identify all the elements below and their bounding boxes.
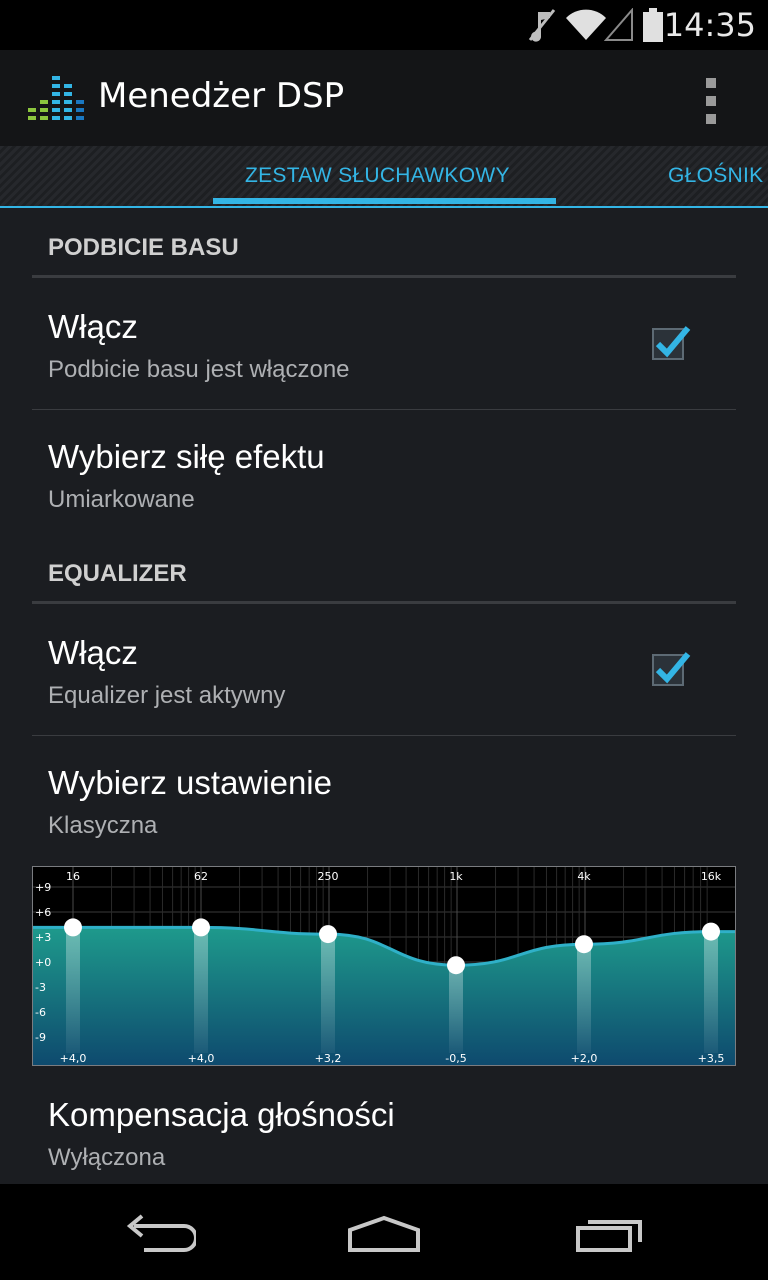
band-handle[interactable]: [575, 935, 593, 954]
band-handle[interactable]: [319, 925, 337, 944]
bass-enable-summary: Podbicie basu jest włączone: [48, 356, 350, 383]
section-header-equalizer: EQUALIZER: [48, 560, 187, 587]
db-scale-label: +3: [35, 931, 51, 944]
section-header-bass: PODBICIE BASU: [48, 234, 239, 261]
action-bar: Menedżer DSP: [0, 50, 768, 146]
wifi-icon: [566, 9, 606, 40]
check-icon: [655, 652, 691, 684]
equalizer-logo-icon[interactable]: [28, 72, 84, 124]
equalizer-graph[interactable]: +9 +6 +3 +0 -3 -6 -9 16 62 250 1k 4k 16k +4,0 +4,0 +3…: [32, 866, 736, 1066]
list-divider: [32, 409, 736, 410]
db-scale-label: +9: [35, 881, 51, 894]
db-scale-label: +6: [35, 906, 51, 919]
band-gain-label: +4,0: [60, 1052, 87, 1065]
bass-enable-title: Włącz: [48, 308, 138, 345]
band-handle[interactable]: [192, 918, 210, 937]
loudness-summary: Wyłączona: [48, 1144, 166, 1171]
section-divider: [32, 601, 736, 604]
band-slider-track: [66, 927, 80, 1053]
eq-preset-title: Wybierz ustawienie: [48, 764, 332, 801]
db-scale-label: -9: [35, 1031, 46, 1044]
signal-icon: [604, 8, 633, 41]
band-gain-label: +4,0: [188, 1052, 215, 1065]
band-handle[interactable]: [64, 918, 82, 937]
equalizer-svg[interactable]: +9 +6 +3 +0 -3 -6 -9 16 62 250 1k 4k 16k +4,0 +4,0 +3…: [33, 867, 735, 1065]
overflow-menu-icon[interactable]: [700, 76, 724, 126]
band-frequency-label: 1k: [449, 870, 463, 883]
bass-strength-title: Wybierz siłę efektu: [48, 438, 325, 475]
eq-enable-summary: Equalizer jest aktywny: [48, 682, 286, 709]
db-scale-label: -3: [35, 981, 46, 994]
tab-speaker[interactable]: GŁOŚNIK: [668, 164, 763, 188]
band-frequency-label: 250: [318, 870, 339, 883]
eq-preset-summary: Klasyczna: [48, 812, 158, 839]
app-title: Menedżer DSP: [98, 76, 345, 116]
tab-indicator: [213, 198, 556, 204]
band-slider-track: [577, 944, 591, 1053]
band-frequency-label: 4k: [577, 870, 591, 883]
bass-enable-checkbox[interactable]: [652, 326, 691, 360]
band-handle[interactable]: [702, 922, 720, 941]
tab-headset[interactable]: ZESTAW SŁUCHAWKOWY: [245, 164, 510, 188]
back-icon[interactable]: [124, 1214, 196, 1254]
band-slider-track: [321, 934, 335, 1053]
mute-icon: [528, 9, 556, 42]
battery-icon: [643, 8, 663, 42]
band-frequency-label: 16: [66, 870, 80, 883]
db-scale-label: +0: [35, 956, 51, 969]
band-handle[interactable]: [447, 956, 465, 975]
status-bar: 14:35: [0, 0, 768, 50]
band-gain-label: +2,0: [571, 1052, 598, 1065]
band-gain-label: -0,5: [445, 1052, 466, 1065]
band-slider-track: [449, 965, 463, 1053]
section-divider: [32, 275, 736, 278]
home-icon[interactable]: [346, 1214, 422, 1254]
recent-apps-icon[interactable]: [574, 1214, 646, 1254]
band-gain-label: +3,5: [698, 1052, 725, 1065]
band-slider-track: [194, 927, 208, 1053]
check-icon: [655, 326, 691, 358]
tab-strip: ZESTAW SŁUCHAWKOWY GŁOŚNIK: [0, 146, 768, 208]
list-divider: [32, 735, 736, 736]
loudness-title: Kompensacja głośności: [48, 1096, 395, 1133]
equalizer-curve-fill: [33, 927, 735, 1065]
band-gain-label: +3,2: [315, 1052, 342, 1065]
eq-enable-title: Włącz: [48, 634, 138, 671]
status-time: 14:35: [663, 6, 756, 44]
bass-strength-summary: Umiarkowane: [48, 486, 195, 513]
band-frequency-label: 16k: [701, 870, 722, 883]
navigation-bar: [0, 1184, 768, 1280]
eq-enable-checkbox[interactable]: [652, 652, 691, 686]
db-scale-label: -6: [35, 1006, 46, 1019]
band-frequency-label: 62: [194, 870, 208, 883]
band-slider-track: [704, 931, 718, 1053]
